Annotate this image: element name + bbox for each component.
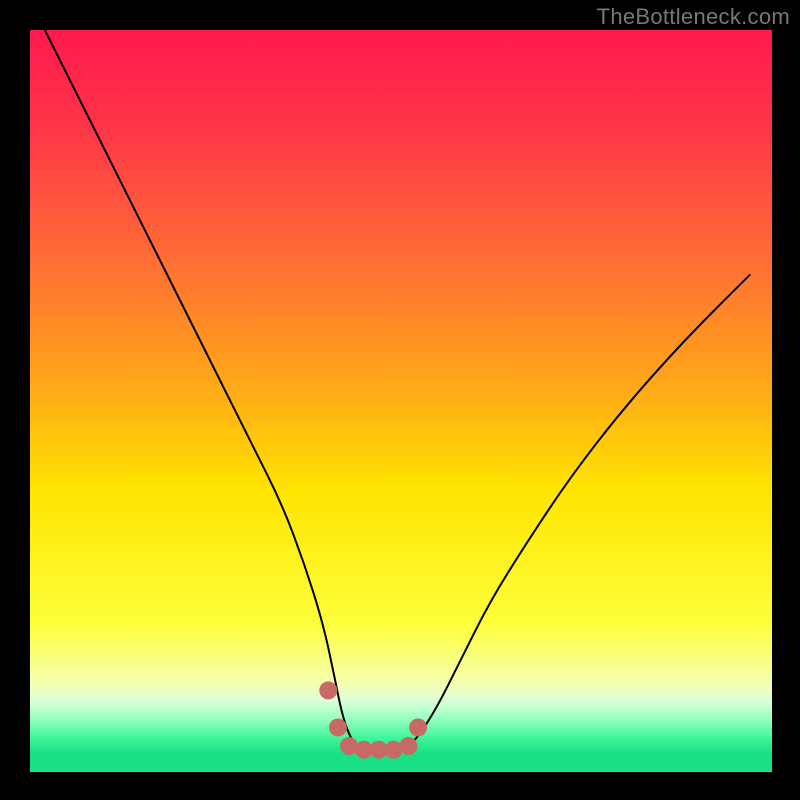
chart-svg bbox=[0, 0, 800, 800]
optimal-zone-marker bbox=[319, 681, 337, 699]
optimal-zone-marker bbox=[409, 718, 427, 736]
chart-canvas: TheBottleneck.com bbox=[0, 0, 800, 800]
plot-area bbox=[30, 30, 772, 772]
optimal-zone-marker bbox=[399, 737, 417, 755]
optimal-zone-marker bbox=[329, 718, 347, 736]
watermark-text: TheBottleneck.com bbox=[597, 4, 790, 30]
